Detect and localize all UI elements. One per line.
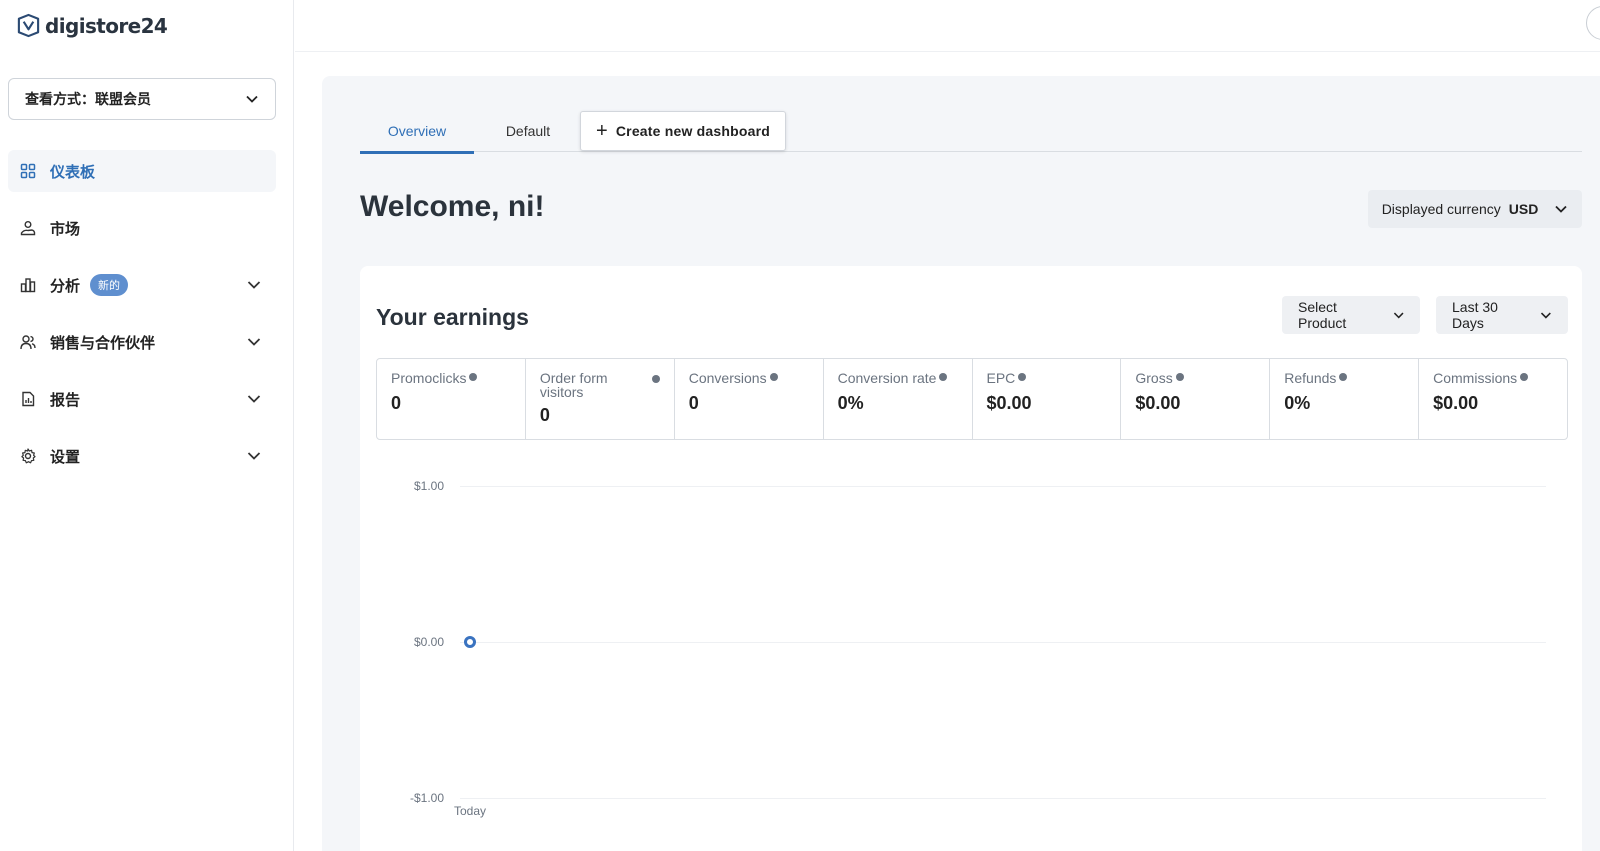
sidebar-item-label: 分析 bbox=[50, 277, 81, 295]
sidebar-item-label: 设置 bbox=[50, 448, 81, 466]
info-icon[interactable] bbox=[1520, 373, 1529, 381]
info-icon[interactable] bbox=[1339, 373, 1348, 381]
sidebar-item-label: 仪表板 bbox=[50, 163, 96, 181]
metric-value: 0% bbox=[837, 393, 864, 413]
chevron-down-icon[interactable] bbox=[246, 391, 262, 407]
metric-value: $0.00 bbox=[1135, 393, 1181, 413]
gear-icon bbox=[20, 448, 36, 464]
sidebar-item-dashboard[interactable]: 仪表板 bbox=[8, 150, 276, 192]
metric-label: Conversions bbox=[688, 370, 767, 386]
page-title: Welcome, ni! bbox=[360, 190, 545, 223]
sidebar-nav: 仪表板 市场 分析 新的 销售与合作伙伴 报告 设置 bbox=[8, 150, 276, 492]
metric-conversions: Conversions 0 bbox=[675, 359, 824, 439]
logo-icon bbox=[17, 13, 40, 38]
metric-value: 0 bbox=[539, 405, 550, 425]
chevron-down-icon bbox=[1541, 312, 1552, 319]
info-icon[interactable] bbox=[469, 373, 478, 381]
info-icon[interactable] bbox=[939, 373, 948, 381]
select-product-label: Select Product bbox=[1298, 299, 1347, 331]
market-icon bbox=[20, 220, 36, 236]
chevron-down-icon[interactable] bbox=[246, 448, 262, 464]
view-mode-select[interactable]: 查看方式：联盟会员 bbox=[8, 78, 276, 120]
y-tick-label: $0.00 bbox=[413, 635, 444, 649]
earnings-chart: $1.00 $0.00 -$1.00 Today bbox=[376, 466, 1568, 851]
select-product-dropdown[interactable]: Select Product bbox=[1282, 296, 1420, 334]
y-tick-label: $1.00 bbox=[413, 479, 444, 493]
x-tick-label: Today bbox=[454, 804, 487, 818]
currency-value: USD bbox=[1508, 201, 1539, 217]
sidebar-item-settings[interactable]: 设置 bbox=[8, 435, 276, 477]
chart-gridline bbox=[460, 642, 1546, 643]
plus-icon: + bbox=[595, 120, 608, 142]
grid-icon bbox=[20, 163, 36, 179]
sidebar-item-label: 市场 bbox=[50, 220, 81, 238]
metric-commissions: Commissions $0.00 bbox=[1419, 359, 1567, 439]
new-badge: 新的 bbox=[90, 274, 129, 296]
metric-label: Conversion rate bbox=[837, 370, 937, 386]
dashboard-tabs: Overview Default + Create new dashboard bbox=[360, 110, 1582, 154]
sidebar-item-reports[interactable]: 报告 bbox=[8, 378, 276, 420]
metric-label: Refunds bbox=[1284, 370, 1337, 386]
report-icon bbox=[20, 391, 36, 407]
metric-value: 0 bbox=[391, 393, 402, 413]
chart-gridline bbox=[460, 486, 1546, 487]
chevron-down-icon bbox=[246, 95, 258, 103]
metric-label: Gross bbox=[1135, 370, 1173, 386]
sidebar-item-sales-partners[interactable]: 销售与合作伙伴 bbox=[8, 321, 276, 363]
tab-overview[interactable]: Overview bbox=[360, 110, 474, 154]
main-content: Overview Default + Create new dashboard … bbox=[322, 76, 1600, 851]
logo-text: digistore24 bbox=[45, 13, 168, 38]
metric-refunds: Refunds 0% bbox=[1270, 359, 1420, 439]
metric-label: Promoclicks bbox=[391, 370, 467, 386]
metric-conversion-rate: Conversion rate 0% bbox=[824, 359, 973, 439]
chart-gridline bbox=[460, 798, 1546, 799]
earnings-card: Your earnings Select Product Last 30 Day… bbox=[360, 266, 1582, 851]
date-range-label: Last 30 Days bbox=[1452, 299, 1498, 331]
metric-gross: Gross $0.00 bbox=[1121, 359, 1271, 439]
sidebar-item-label: 报告 bbox=[50, 391, 81, 409]
create-dashboard-label: Create new dashboard bbox=[615, 123, 771, 139]
logo[interactable]: digistore24 bbox=[16, 13, 168, 38]
metric-label: Order form visitors bbox=[539, 370, 608, 400]
chevron-down-icon[interactable] bbox=[246, 277, 262, 293]
tab-default[interactable]: Default bbox=[474, 110, 582, 152]
chart-point[interactable] bbox=[464, 636, 476, 648]
create-dashboard-button[interactable]: + Create new dashboard bbox=[580, 111, 786, 151]
info-icon[interactable] bbox=[1175, 373, 1184, 381]
metric-value: 0% bbox=[1284, 393, 1311, 413]
avatar[interactable] bbox=[1586, 6, 1600, 40]
info-icon[interactable] bbox=[651, 375, 660, 383]
currency-select[interactable]: Displayed currency USD bbox=[1368, 190, 1582, 228]
metric-label: EPC bbox=[986, 370, 1016, 386]
info-icon[interactable] bbox=[1018, 373, 1027, 381]
chevron-down-icon[interactable] bbox=[246, 334, 262, 350]
metric-value: $0.00 bbox=[986, 393, 1032, 413]
sidebar: digistore24 查看方式：联盟会员 仪表板 市场 分析 新的 销售与合作… bbox=[0, 0, 294, 851]
metric-value: 0 bbox=[688, 393, 699, 413]
metric-epc: EPC $0.00 bbox=[973, 359, 1122, 439]
users-icon bbox=[20, 334, 36, 350]
chevron-down-icon bbox=[1555, 205, 1567, 213]
currency-label: Displayed currency bbox=[1381, 201, 1501, 217]
metric-label: Commissions bbox=[1433, 370, 1518, 386]
sidebar-item-label: 销售与合作伙伴 bbox=[50, 334, 156, 352]
bar-chart-icon bbox=[20, 277, 36, 293]
metric-order-form-visitors: Order form visitors 0 bbox=[526, 359, 675, 439]
info-icon[interactable] bbox=[769, 373, 778, 381]
date-range-dropdown[interactable]: Last 30 Days bbox=[1436, 296, 1568, 334]
earnings-title: Your earnings bbox=[376, 304, 529, 330]
chevron-down-icon bbox=[1393, 312, 1404, 319]
metrics-row: Promoclicks 0 Order form visitors 0 Conv… bbox=[376, 358, 1568, 440]
sidebar-item-analytics[interactable]: 分析 新的 bbox=[8, 264, 276, 306]
top-bar bbox=[295, 0, 1600, 52]
sidebar-item-market[interactable]: 市场 bbox=[8, 207, 276, 249]
metric-promoclicks: Promoclicks 0 bbox=[377, 359, 526, 439]
y-tick-label: -$1.00 bbox=[409, 791, 444, 805]
metric-value: $0.00 bbox=[1433, 393, 1479, 413]
view-mode-label: 查看方式：联盟会员 bbox=[25, 91, 151, 107]
